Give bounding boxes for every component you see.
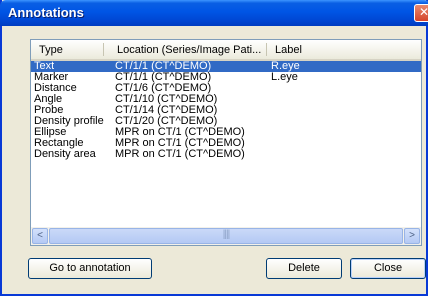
cell-location: MPR on CT/1 (CT^DEMO) — [115, 127, 245, 138]
list-row[interactable]: Density area MPR on CT/1 (CT^DEMO) — [31, 149, 421, 160]
window-close-icon[interactable]: ✕ — [414, 4, 428, 22]
column-divider[interactable] — [103, 43, 104, 56]
annotations-dialog: Annotations ✕ Type Location (Series/Imag… — [0, 0, 428, 296]
list-row[interactable]: Density profile CT/1/20 (CT^DEMO) — [31, 116, 421, 127]
cell-type: Angle — [34, 94, 63, 105]
cell-location: CT/1/10 (CT^DEMO) — [115, 94, 218, 105]
cell-location: CT/1/1 (CT^DEMO) — [115, 61, 212, 72]
column-header-type[interactable]: Type — [39, 44, 103, 56]
cell-type: Rectangle — [34, 138, 84, 149]
go-to-annotation-button[interactable]: Go to annotation — [28, 258, 152, 279]
column-header-label[interactable]: Label — [275, 44, 415, 56]
cell-label: R.eye — [271, 61, 300, 72]
list-row[interactable]: Distance CT/1/6 (CT^DEMO) — [31, 83, 421, 94]
cell-location: MPR on CT/1 (CT^DEMO) — [115, 149, 245, 160]
column-header-location[interactable]: Location (Series/Image Pati... — [117, 44, 263, 56]
title-bar[interactable]: Annotations ✕ — [0, 0, 428, 26]
cell-location: CT/1/1 (CT^DEMO) — [115, 72, 212, 83]
cell-type: Distance — [34, 83, 77, 94]
cell-location: CT/1/6 (CT^DEMO) — [115, 83, 212, 94]
list-row[interactable]: Ellipse MPR on CT/1 (CT^DEMO) — [31, 127, 421, 138]
scrollbar-thumb[interactable]: |||| — [49, 228, 403, 244]
window-title: Annotations — [8, 5, 84, 20]
cell-type: Density area — [34, 149, 96, 160]
cell-type: Text — [34, 61, 55, 72]
cell-type: Probe — [34, 105, 64, 116]
cell-location: MPR on CT/1 (CT^DEMO) — [115, 138, 245, 149]
cell-type: Ellipse — [34, 127, 67, 138]
cell-location: CT/1/20 (CT^DEMO) — [115, 116, 218, 127]
cell-type: Marker — [34, 72, 69, 83]
horizontal-scrollbar[interactable]: < |||| > — [31, 227, 421, 245]
list-row[interactable]: Rectangle MPR on CT/1 (CT^DEMO) — [31, 138, 421, 149]
scroll-left-icon[interactable]: < — [32, 228, 48, 244]
list-row[interactable]: Probe CT/1/14 (CT^DEMO) — [31, 105, 421, 116]
cell-type: Density profile — [34, 116, 104, 127]
list-row[interactable]: Angle CT/1/10 (CT^DEMO) — [31, 94, 421, 105]
list-rows: Text CT/1/1 (CT^DEMO) R.eye Marker CT/1/… — [31, 61, 421, 160]
delete-button[interactable]: Delete — [266, 258, 342, 279]
scroll-right-icon[interactable]: > — [404, 228, 420, 244]
cell-location: CT/1/14 (CT^DEMO) — [115, 105, 218, 116]
list-row[interactable]: Text CT/1/1 (CT^DEMO) R.eye — [31, 61, 421, 72]
annotations-list[interactable]: Type Location (Series/Image Pati... Labe… — [30, 39, 422, 246]
list-row[interactable]: Marker CT/1/1 (CT^DEMO) L.eye — [31, 72, 421, 83]
list-header: Type Location (Series/Image Pati... Labe… — [31, 40, 421, 61]
column-divider[interactable] — [266, 43, 267, 56]
cell-label: L.eye — [271, 72, 298, 83]
close-button[interactable]: Close — [350, 258, 426, 279]
